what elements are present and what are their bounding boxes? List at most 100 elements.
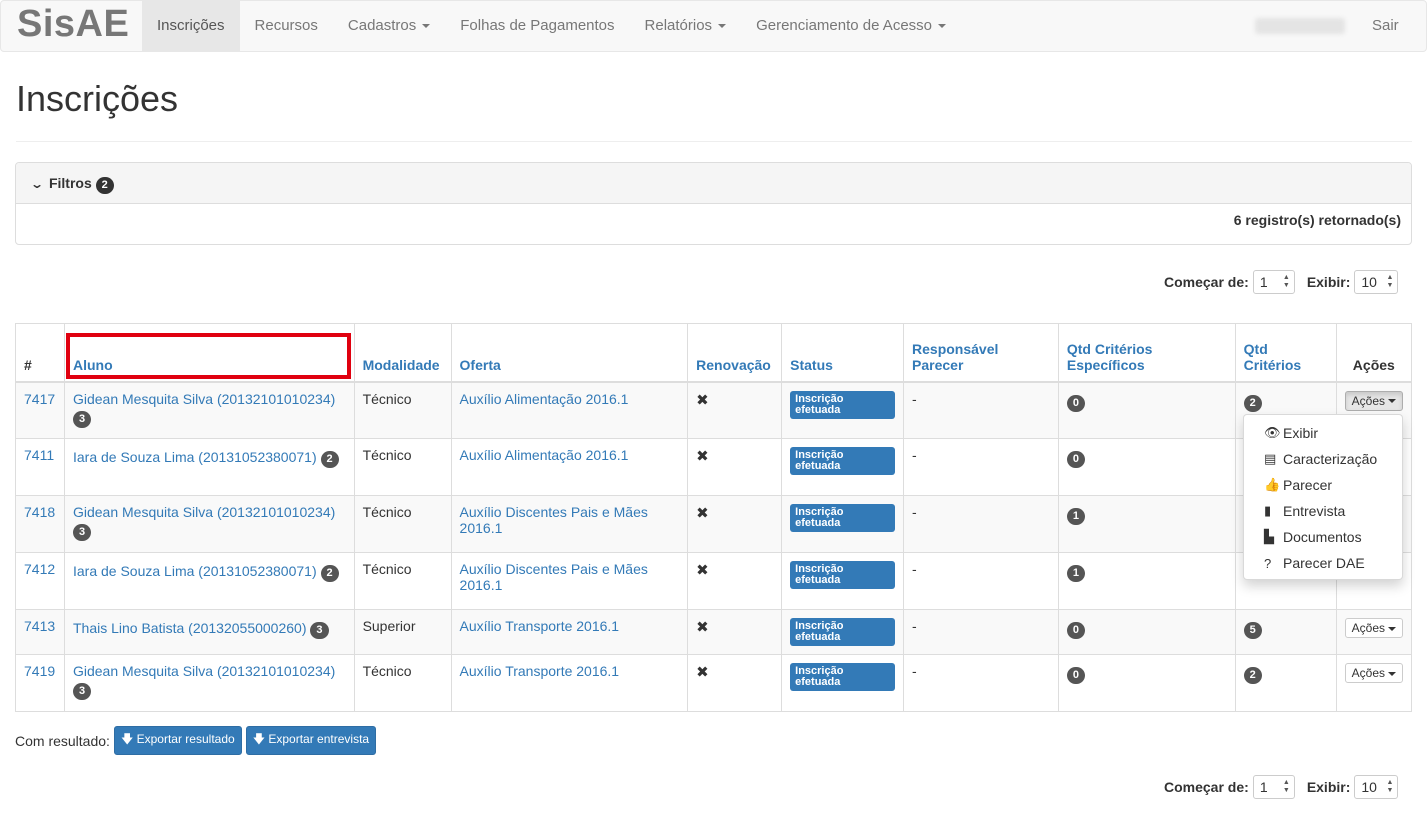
aluno-link[interactable]: Iara de Souza Lima (20131052380071) [73, 449, 317, 465]
nav-item-inscricoes[interactable]: Inscrições [142, 1, 240, 51]
close-icon: ✖ [696, 391, 709, 409]
nav-item-label: Recursos [254, 17, 318, 34]
spinner-arrows-icon[interactable]: ▲ ▼ [1283, 274, 1290, 290]
row-id-link[interactable]: 7418 [24, 504, 55, 520]
caret-down-icon [422, 24, 431, 29]
start-input[interactable]: 1 ▲ ▼ [1252, 270, 1295, 294]
filters-toggle[interactable]: ⌄ Filtros 2 [16, 163, 1411, 204]
cell-oferta: Auxílio Transporte 2016.1 [450, 609, 689, 655]
status-badge: Inscrição efetuada [790, 447, 896, 475]
show-input[interactable]: 10 ▲ ▼ [1354, 270, 1399, 294]
export-result-button[interactable]: 🡇 Exportar resultado [113, 726, 242, 755]
dropdown-item-parecer[interactable]: 👍 Parecer [1244, 472, 1402, 498]
row-id-link[interactable]: 7412 [24, 561, 55, 577]
header-status[interactable]: Status [781, 323, 905, 383]
header-responsavel[interactable]: Responsável Parecer [903, 323, 1059, 383]
cell-id: 7412 [15, 552, 65, 610]
export-result-label: Exportar resultado [136, 732, 235, 746]
dropdown-item-parecer-dae[interactable]: ? Parecer DAE [1244, 550, 1402, 576]
nav-item-label: Inscrições [157, 17, 225, 34]
aluno-link[interactable]: Gidean Mesquita Silva (20132101010234) [73, 663, 335, 679]
header-qtd-especificos[interactable]: Qtd Critérios Específicos [1057, 323, 1236, 383]
aluno-link[interactable]: Iara de Souza Lima (20131052380071) [73, 563, 317, 579]
oferta-link[interactable]: Auxílio Discentes Pais e Mães 2016.1 [460, 504, 648, 536]
user-name-blurred[interactable] [1255, 18, 1345, 34]
cell-oferta: Auxílio Alimentação 2016.1 [450, 438, 689, 496]
filters-label: Filtros [48, 175, 92, 191]
qtd-criterios-badge: 2 [1243, 394, 1262, 412]
header-modalidade[interactable]: Modalidade [353, 323, 452, 383]
pager-top: Começar de: 1 ▲ ▼ Exibir: 10 ▲ ▼ [1164, 270, 1399, 294]
table-row: 7417 Gidean Mesquita Silva (2013210101023… [15, 381, 1413, 439]
nav-menu: Inscrições Recursos Cadastros Folhas de … [142, 1, 961, 51]
cell-modalidade: Superior [353, 609, 452, 655]
dropdown-item-entrevista[interactable]: ▮ Entrevista [1244, 498, 1402, 524]
nav-item-recursos[interactable]: Recursos [240, 1, 333, 51]
caret-down-icon [1388, 626, 1396, 631]
aluno-link[interactable]: Gidean Mesquita Silva (20132101010234) [73, 504, 335, 520]
acoes-label: Ações [1351, 666, 1385, 680]
dropdown-item-label: Caracterização [1283, 451, 1378, 467]
close-icon: ✖ [696, 619, 709, 636]
oferta-link[interactable]: Auxílio Alimentação 2016.1 [460, 391, 629, 407]
header-oferta[interactable]: Oferta [450, 323, 689, 383]
oferta-link[interactable]: Auxílio Transporte 2016.1 [460, 618, 620, 634]
header-aluno[interactable]: Aluno [63, 323, 355, 383]
dropdown-item-exibir[interactable]: 👁 Exibir [1244, 420, 1402, 446]
spinner-arrows-icon[interactable]: ▲ ▼ [1386, 274, 1393, 290]
cell-qtd-especificos: 1 [1057, 495, 1236, 553]
nav-item-relatorios[interactable]: Relatórios [630, 1, 742, 51]
show-value: 10 [1361, 274, 1377, 290]
header-acoes: Ações [1335, 323, 1413, 383]
spinner-arrows-icon[interactable]: ▲ ▼ [1283, 779, 1290, 795]
acoes-button[interactable]: Ações [1344, 663, 1403, 683]
cell-qtd-especificos: 0 [1057, 654, 1236, 712]
spinner-arrows-icon[interactable]: ▲ ▼ [1386, 779, 1393, 795]
show-value: 10 [1361, 779, 1377, 795]
oferta-link[interactable]: Auxílio Transporte 2016.1 [460, 663, 620, 679]
aluno-link[interactable]: Thais Lino Batista (20132055000260) [73, 620, 307, 636]
header-renovacao[interactable]: Renovação [687, 323, 783, 383]
logout-link[interactable]: Sair [1357, 1, 1414, 51]
question-icon: ? [1264, 555, 1272, 571]
dropdown-item-documentos[interactable]: ▙ Documentos [1244, 524, 1402, 550]
row-id-link[interactable]: 7417 [24, 391, 55, 407]
nav-item-cadastros[interactable]: Cadastros [333, 1, 445, 51]
row-id-link[interactable]: 7411 [24, 447, 54, 463]
header-qtd-criterios[interactable]: Qtd Critérios [1234, 323, 1337, 383]
oferta-link[interactable]: Auxílio Discentes Pais e Mães 2016.1 [460, 561, 648, 593]
dropdown-item-label: Exibir [1283, 425, 1319, 441]
row-id-link[interactable]: 7419 [24, 663, 55, 679]
table-row: 7413 Thais Lino Batista (20132055000260) … [15, 609, 1413, 655]
cell-modalidade: Técnico [353, 381, 452, 439]
brand-logo[interactable]: SisAE [17, 3, 129, 46]
aluno-link[interactable]: Gidean Mesquita Silva (20132101010234) [73, 391, 335, 407]
cell-modalidade: Técnico [353, 654, 452, 712]
cell-aluno: Thais Lino Batista (20132055000260) 3 [63, 609, 355, 655]
nav-item-label: Folhas de Pagamentos [460, 17, 615, 34]
start-value: 1 [1259, 779, 1268, 795]
cell-qtd-criterios: 2 [1234, 654, 1337, 712]
aluno-count-badge: 3 [72, 410, 92, 428]
cell-status: Inscrição efetuada [781, 495, 905, 553]
filters-count-badge: 2 [95, 177, 114, 194]
start-input[interactable]: 1 ▲ ▼ [1252, 775, 1295, 799]
start-label: Começar de: [1164, 779, 1249, 795]
oferta-link[interactable]: Auxílio Alimentação 2016.1 [460, 447, 629, 463]
cell-id: 7417 [15, 381, 65, 439]
download-icon: 🡇 [252, 732, 266, 746]
cell-id: 7418 [15, 495, 65, 553]
dropdown-item-caracterização[interactable]: ▤ Caracterização [1244, 446, 1402, 472]
cell-oferta: Auxílio Discentes Pais e Mães 2016.1 [450, 552, 689, 610]
show-input[interactable]: 10 ▲ ▼ [1354, 775, 1399, 799]
export-interview-button[interactable]: 🡇 Exportar entrevista [245, 726, 377, 755]
aluno-count-badge: 2 [320, 451, 339, 468]
close-icon: ✖ [696, 562, 709, 579]
row-id-link[interactable]: 7413 [24, 618, 55, 634]
acoes-button[interactable]: Ações [1344, 618, 1403, 638]
acoes-button[interactable]: Ações [1344, 390, 1403, 411]
filters-panel: ⌄ Filtros 2 6 registro(s) retornado(s) [15, 162, 1412, 245]
cell-aluno: Gidean Mesquita Silva (20132101010234) 3 [63, 381, 355, 439]
nav-item-gerenciamento[interactable]: Gerenciamento de Acesso [741, 1, 961, 51]
nav-item-folhas[interactable]: Folhas de Pagamentos [445, 1, 629, 51]
